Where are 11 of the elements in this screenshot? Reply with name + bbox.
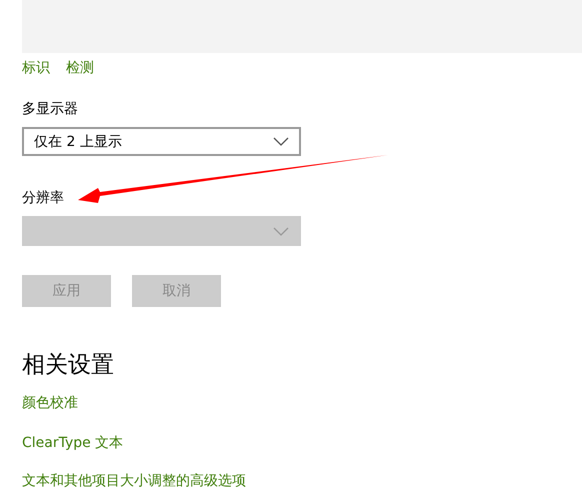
link[interactable]: 标识 (22, 58, 50, 78)
field-label: 分辨率 (22, 189, 64, 208)
link[interactable]: 颜色校准 (22, 393, 78, 414)
section-heading: 相关设置 (22, 351, 114, 380)
link[interactable]: ClearType 文本 (22, 433, 124, 454)
link[interactable]: 检测 (66, 58, 94, 78)
field-label: 多显示器 (22, 100, 78, 119)
dropdown[interactable]: 仅在 2 上显示 (22, 126, 301, 156)
link[interactable]: 文本和其他项目大小调整的高级选项 (22, 473, 246, 489)
chevron-down-icon (273, 226, 289, 236)
chevron-down-icon (273, 137, 289, 146)
